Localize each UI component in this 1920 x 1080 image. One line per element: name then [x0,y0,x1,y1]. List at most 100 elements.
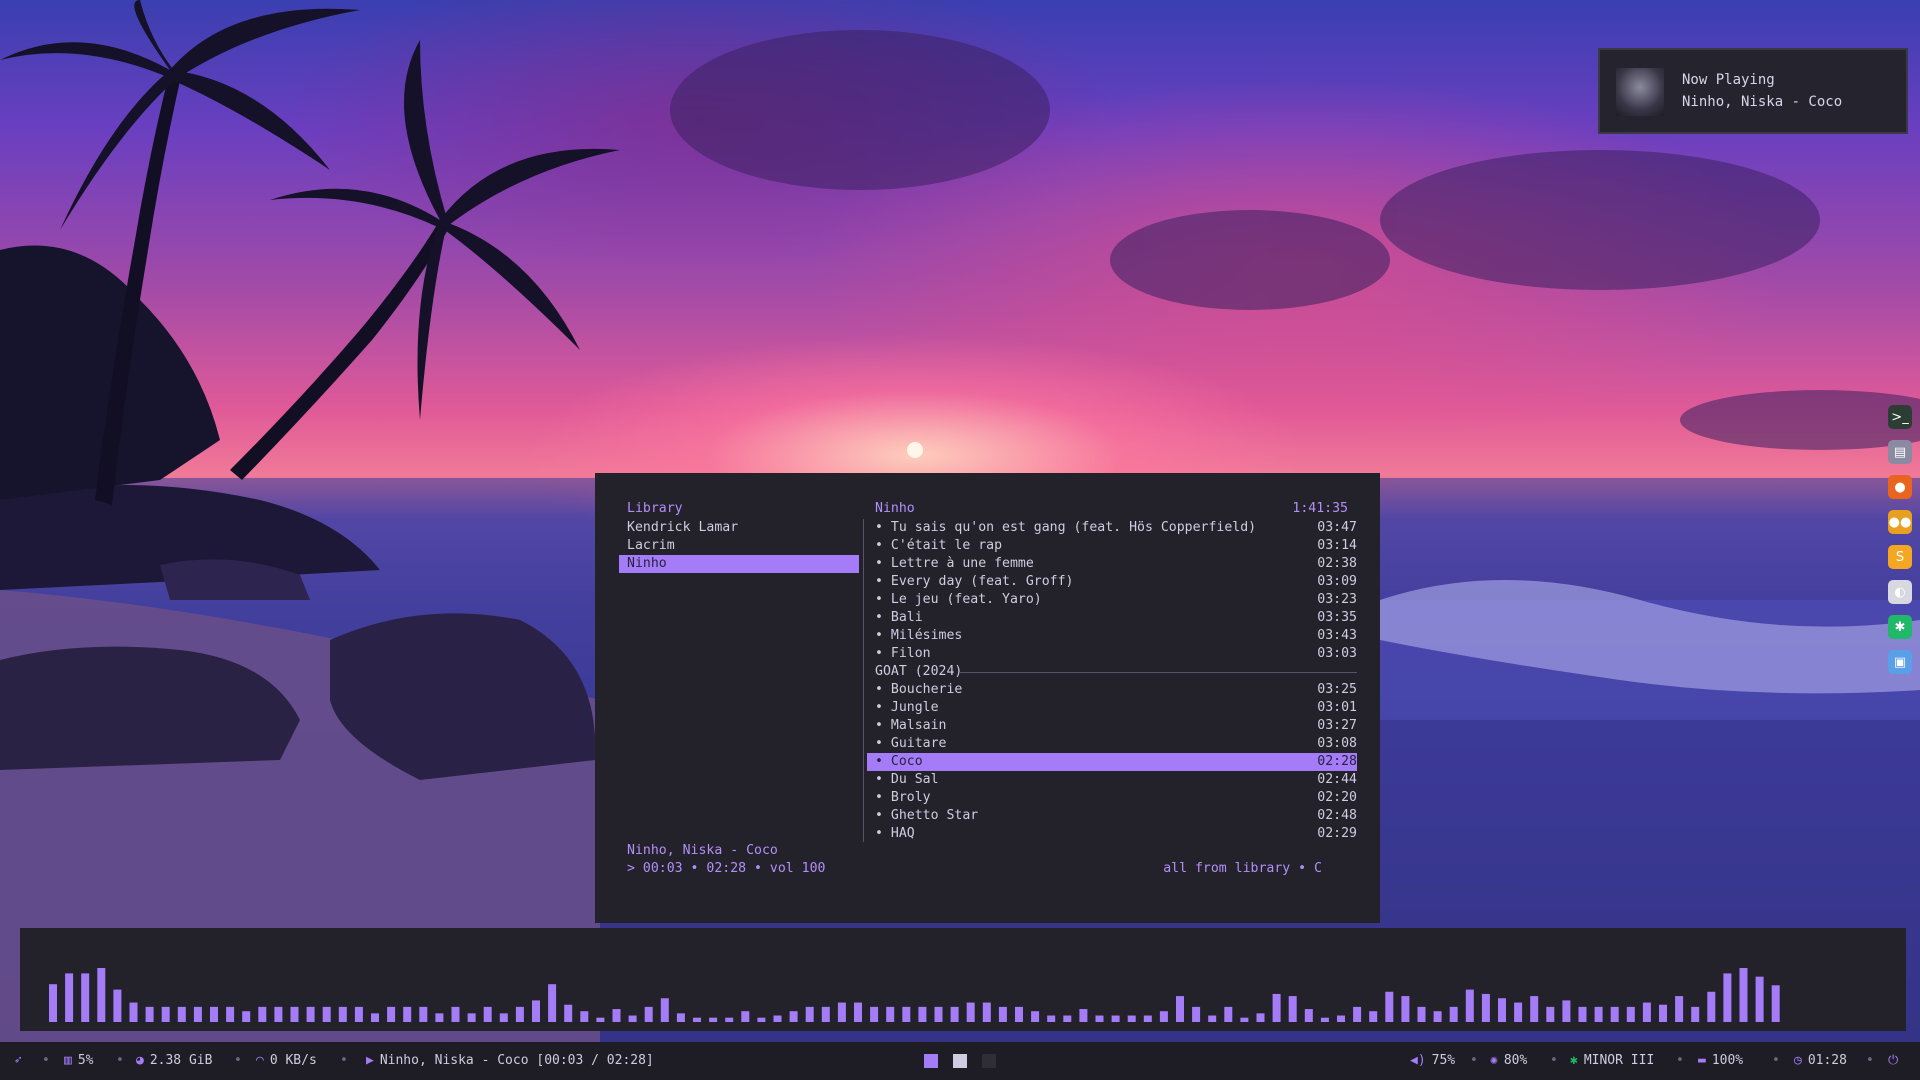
visualizer-bar [1176,996,1184,1022]
visualizer-bar [451,1006,460,1022]
visualizer-bar [1320,1017,1329,1022]
artist-item[interactable]: Kendrick Lamar [619,519,859,537]
visualizer-bar [1369,1011,1378,1022]
track-row[interactable]: • Du Sal 02:44 [867,771,1357,789]
track-duration: 03:23 [1317,592,1357,607]
visualizer-bar [1337,1015,1345,1022]
album-title: GOAT (2024) [875,664,963,679]
cpu-value: 5% [77,1053,94,1068]
visualizer-bar [1449,1006,1458,1022]
bluetooth-manager-icon[interactable]: ✱ [1888,615,1912,639]
workspace-2[interactable] [953,1054,967,1068]
track-duration: 03:01 [1317,700,1357,715]
visualizer-bar [1401,996,1410,1022]
separator: • [42,1053,50,1068]
visualizer-bar [1353,1006,1362,1022]
battery-value: 100% [1711,1053,1744,1068]
clock-widget[interactable]: ◷ 01:28 [1794,1053,1847,1068]
workspace-3[interactable] [982,1054,996,1068]
track-row[interactable]: • Malsain 03:27 [867,717,1357,735]
track-duration: 03:09 [1317,574,1357,589]
steam-icon[interactable]: ◐ [1888,580,1912,604]
visualizer-bar [1626,1006,1635,1022]
track-row[interactable]: • Tu sais qu'on est gang (feat. Hös Copp… [867,519,1357,537]
track-row[interactable]: • HAQ 02:29 [867,825,1357,843]
visualizer-bar [354,1006,363,1022]
visualizer-bar [1498,998,1506,1022]
track-row[interactable]: • Boucherie 03:25 [867,681,1357,699]
wifi-icon: ◠ [256,1053,264,1068]
track-row[interactable]: • Coco 02:28 [867,753,1357,771]
track-row[interactable]: • Broly 02:20 [867,789,1357,807]
status-bar: ➶ • ▥ 5% • ◕ 2.38 GiB • ◠ 0 KB/s • ▶ Ninho, … [0,1042,1920,1080]
track-row[interactable]: • Le jeu (feat. Yaro) 03:23 [867,591,1357,609]
visualizer-bar [1723,973,1732,1022]
brightness-value: 80% [1503,1053,1528,1068]
track-row[interactable]: • Ghetto Star 02:48 [867,807,1357,825]
visualizer-bar [1047,1015,1056,1022]
app-dock: >_ ▤ ● ●● S ◐ ✱ ▣ [1888,405,1914,685]
launcher-icon[interactable]: ➶ [14,1053,22,1068]
volume-widget[interactable]: ◀) 75% [1410,1053,1455,1068]
visualizer-bar [1304,1009,1313,1022]
workspace-1[interactable] [924,1054,938,1068]
power-icon[interactable]: ⏻ [1888,1053,1898,1068]
brightness-widget[interactable]: ✺ 80% [1490,1053,1527,1068]
terminal-icon[interactable]: >_ [1888,405,1912,429]
track-row[interactable]: • Jungle 03:01 [867,699,1357,717]
gamepad-icon[interactable]: ●● [1888,510,1912,534]
visualizer-bar [805,1006,814,1022]
visualizer-bar [773,1015,782,1022]
track-row[interactable]: • Guitare 03:08 [867,735,1357,753]
visualizer-bar [580,1011,589,1022]
artist-item[interactable]: Ninho [619,555,859,573]
track-title: • Ghetto Star [875,808,979,823]
media-widget[interactable]: ▶ Ninho, Niska - Coco [00:03 / 02:28] [366,1053,654,1068]
visualizer-bar [387,1006,396,1022]
track-duration: 03:08 [1317,736,1357,751]
editor-icon[interactable]: ▤ [1888,440,1912,464]
track-title: • Boucherie [875,682,963,697]
firefox-icon[interactable]: ● [1888,475,1912,499]
visualizer-bar [950,1006,959,1022]
separator: • [1550,1053,1558,1068]
cpu-widget: ▥ 5% [64,1053,93,1068]
visualizer-bar [966,1002,975,1022]
track-title: • Filon [875,646,931,661]
track-row[interactable]: • Filon 03:03 [867,645,1357,663]
separator: • [116,1053,124,1068]
bluetooth-widget[interactable]: ✱ MINOR III [1570,1053,1654,1068]
visualizer-bar [1288,996,1297,1022]
separator: • [1866,1053,1874,1068]
track-duration: 02:48 [1317,808,1357,823]
track-title: • Le jeu (feat. Yaro) [875,592,1042,607]
visualizer-bar [1224,1006,1233,1022]
visualizer-bar [998,1006,1007,1022]
visualizer-bar [1755,976,1764,1022]
track-title: • HAQ [875,826,915,841]
visualizer-bar [1530,996,1539,1022]
artist-item[interactable]: Lacrim [619,537,859,555]
visualizer-bar [1127,1015,1136,1022]
track-row[interactable]: • C'était le rap 03:14 [867,537,1357,555]
visualizer-bar [1272,993,1281,1022]
separator: • [1772,1053,1780,1068]
track-row[interactable]: • Bali 03:35 [867,609,1357,627]
visualizer-bar [854,1002,862,1022]
visualizer-bar [1675,996,1684,1022]
network-value: 0 KB/s [269,1053,317,1068]
visualizer-bar [1208,1015,1217,1022]
now-playing-notification[interactable]: Now Playing Ninho, Niska - Coco [1598,48,1908,134]
separator: • [234,1053,242,1068]
music-player-window[interactable]: Library Kendrick Lamar Lacrim Ninho Ninho … [595,473,1380,923]
track-row[interactable]: • Lettre à une femme 02:38 [867,555,1357,573]
track-duration: 03:03 [1317,646,1357,661]
sublime-text-icon[interactable]: S [1888,545,1912,569]
track-title: • Du Sal [875,772,939,787]
visualizer-bar [1192,1006,1201,1022]
track-row[interactable]: • Every day (feat. Groff) 03:09 [867,573,1357,591]
track-title: • Broly [875,790,931,805]
track-row[interactable]: • Milésimes 03:43 [867,627,1357,645]
file-manager-icon[interactable]: ▣ [1888,650,1912,674]
track-title: • Coco [875,754,923,769]
